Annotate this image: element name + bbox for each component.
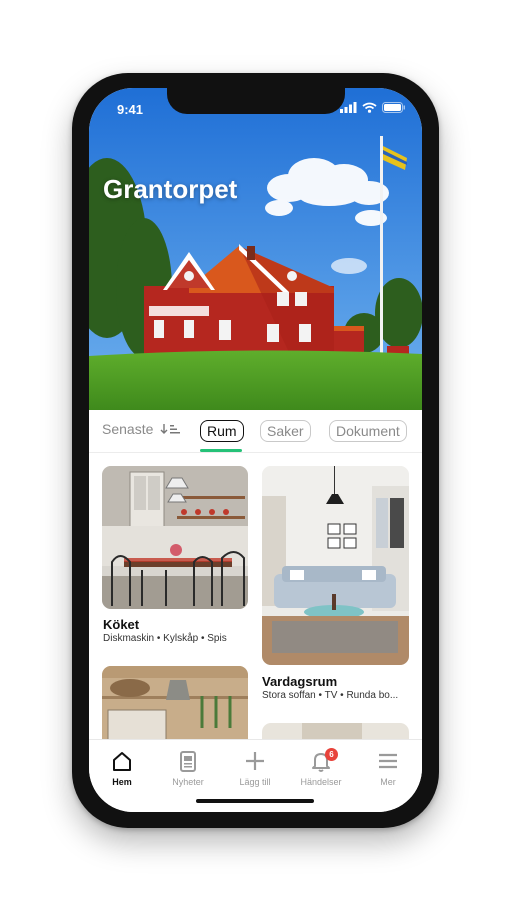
kitchen-photo bbox=[102, 466, 248, 609]
signal-icon bbox=[340, 102, 357, 113]
battery-icon bbox=[382, 102, 405, 113]
plus-icon bbox=[225, 746, 285, 776]
tab-label: Dokument bbox=[336, 423, 400, 439]
nav-hem[interactable]: Hem bbox=[92, 740, 152, 787]
status-time: 9:41 bbox=[117, 102, 144, 117]
nav-mer[interactable]: Mer bbox=[358, 740, 418, 787]
app-screen: 9:41 Grantorpet Senaste Rum Saker Dokume… bbox=[89, 88, 422, 812]
menu-icon bbox=[358, 746, 418, 776]
room-title: Vardagsrum bbox=[262, 674, 338, 689]
nav-lagg-till[interactable]: Lägg till bbox=[225, 740, 285, 787]
nav-handelser[interactable]: 6 Händelser bbox=[291, 740, 351, 787]
garden-tools-photo bbox=[102, 666, 248, 746]
property-title: Grantorpet bbox=[103, 174, 238, 204]
hero-image bbox=[89, 88, 422, 410]
tab-label: Senaste bbox=[102, 421, 154, 437]
nav-label: Nyheter bbox=[172, 777, 204, 787]
tab-dokument[interactable]: Dokument bbox=[329, 420, 407, 442]
living-room-photo bbox=[262, 466, 409, 665]
nav-label: Händelser bbox=[300, 777, 342, 787]
nav-label: Hem bbox=[112, 777, 132, 787]
room-card-partial-left[interactable] bbox=[102, 666, 248, 746]
tab-rum[interactable]: Rum bbox=[200, 420, 244, 442]
room-subtitle: Stora soffan • TV • Runda bo... bbox=[262, 690, 399, 701]
status-icons bbox=[340, 102, 406, 113]
room-subtitle: Diskmaskin • Kylskåp • Spis bbox=[103, 633, 227, 644]
room-title: Köket bbox=[103, 617, 140, 632]
wifi-icon bbox=[362, 102, 377, 113]
home-icon bbox=[92, 746, 152, 776]
notification-badge: 6 bbox=[325, 748, 338, 761]
sort-icon bbox=[160, 424, 181, 434]
tab-label: Saker bbox=[267, 423, 304, 439]
news-icon bbox=[158, 746, 218, 776]
bell-icon: 6 bbox=[291, 746, 351, 776]
house-photo bbox=[89, 88, 422, 410]
nav-label: Lägg till bbox=[239, 777, 271, 787]
room-card-vardagsrum[interactable] bbox=[262, 466, 409, 665]
tab-saker[interactable]: Saker bbox=[260, 420, 311, 442]
tab-label: Rum bbox=[207, 423, 237, 439]
nav-nyheter[interactable]: Nyheter bbox=[158, 740, 218, 787]
home-indicator[interactable] bbox=[196, 799, 314, 803]
active-tab-indicator bbox=[200, 449, 242, 452]
tab-senaste[interactable]: Senaste bbox=[102, 421, 181, 437]
room-card-koket[interactable] bbox=[102, 466, 248, 609]
nav-label: Mer bbox=[380, 777, 396, 787]
notch bbox=[167, 88, 345, 114]
tab-bar: Senaste Rum Saker Dokument bbox=[89, 410, 422, 453]
